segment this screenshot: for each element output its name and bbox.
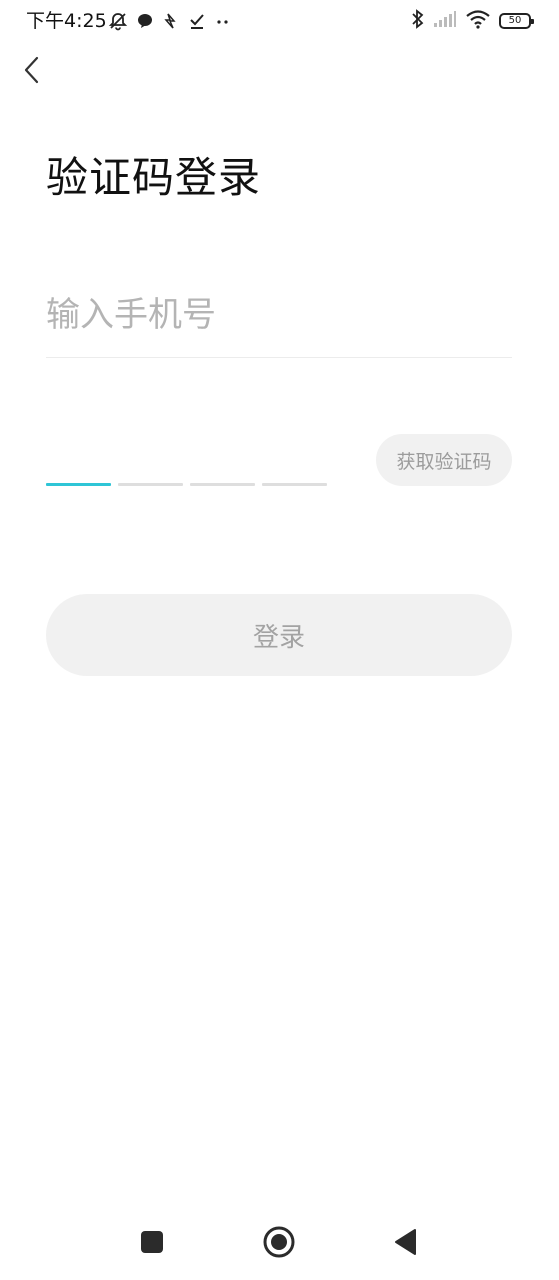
back-triangle-icon [393, 1228, 419, 1260]
chat-bubble-icon [136, 12, 154, 30]
signal-icon [433, 10, 457, 32]
battery-level: 50 [508, 15, 522, 26]
battery-icon: 50 [499, 13, 534, 29]
code-box-1[interactable] [46, 430, 111, 486]
home-button[interactable] [261, 1226, 297, 1262]
recents-square-icon [140, 1230, 164, 1258]
system-back-button[interactable] [388, 1226, 424, 1262]
phone-input[interactable] [46, 290, 512, 340]
chevron-left-icon [21, 55, 43, 89]
page-title: 验证码登录 [46, 153, 262, 202]
system-nav-bar [0, 1212, 559, 1276]
code-box-underline [46, 483, 111, 486]
code-box-4[interactable] [262, 430, 327, 486]
status-bar: 下午4:25 50 [0, 0, 559, 44]
back-button[interactable] [12, 52, 52, 92]
get-code-button[interactable]: 获取验证码 [376, 434, 512, 486]
recents-button[interactable] [134, 1226, 170, 1262]
home-circle-icon [262, 1225, 296, 1263]
code-input-group[interactable] [46, 430, 328, 486]
status-right-icons: 50 [411, 9, 534, 33]
code-box-3[interactable] [190, 430, 255, 486]
bluetooth-icon [411, 9, 425, 33]
more-dots-icon [214, 12, 232, 30]
download-icon [188, 12, 206, 30]
code-box-2[interactable] [118, 430, 183, 486]
status-left-icons [108, 9, 232, 33]
phone-divider [46, 357, 512, 358]
code-box-underline [190, 483, 255, 486]
code-box-underline [118, 483, 183, 486]
login-button[interactable]: 登录 [46, 594, 512, 676]
code-box-underline [262, 483, 327, 486]
status-time: 下午4:25 [26, 10, 107, 32]
mute-bell-icon [108, 11, 128, 31]
notification-icon [162, 12, 180, 30]
wifi-icon [465, 9, 491, 33]
